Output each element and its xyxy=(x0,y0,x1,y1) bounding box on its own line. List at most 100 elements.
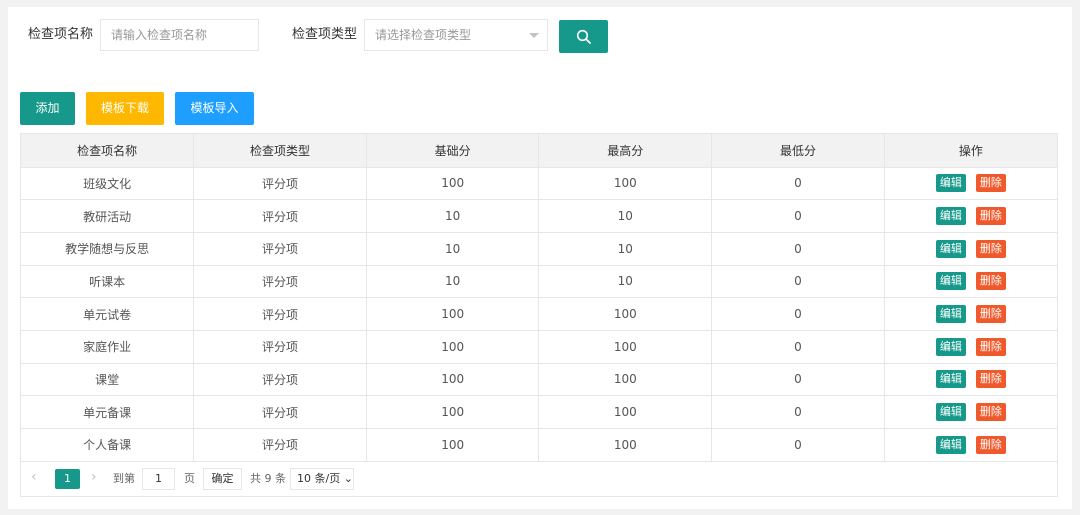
name-filter-label: 检查项名称 xyxy=(28,27,94,42)
edit-button[interactable]: 编辑 xyxy=(935,305,966,324)
col-header-actions: 操作 xyxy=(884,134,1057,168)
cell-max-score: 10 xyxy=(538,199,713,233)
cell-base-score: 10 xyxy=(366,265,540,299)
table-row: 教学随想与反思 评分项 10 10 0 编辑 删除 xyxy=(21,232,1057,266)
table-row: 课堂 评分项 100 100 0 编辑 删除 xyxy=(21,363,1057,397)
col-header-type: 检查项类型 xyxy=(193,134,367,168)
prev-page-icon[interactable]: ‹ xyxy=(31,469,37,485)
page-unit-label: 页 xyxy=(184,471,195,485)
cell-base-score: 100 xyxy=(366,428,540,462)
check-items-table: 检查项名称 检查项类型 基础分 最高分 最低分 操作 班级文化 评分项 100 100… xyxy=(20,133,1058,497)
cell-name: 教研活动 xyxy=(21,199,195,233)
cell-actions: 编辑 删除 xyxy=(884,199,1057,233)
cell-type: 评分项 xyxy=(193,330,367,364)
cell-base-score: 100 xyxy=(366,395,540,429)
cell-base-score: 100 xyxy=(366,167,540,201)
edit-button[interactable]: 编辑 xyxy=(935,435,966,454)
cell-max-score: 100 xyxy=(538,167,713,201)
cell-actions: 编辑 删除 xyxy=(884,167,1057,201)
cell-max-score: 10 xyxy=(538,232,713,266)
col-header-name: 检查项名称 xyxy=(21,134,195,168)
cell-type: 评分项 xyxy=(193,232,367,266)
col-header-base-score: 基础分 xyxy=(366,134,540,168)
edit-button[interactable]: 编辑 xyxy=(935,337,966,356)
cell-type: 评分项 xyxy=(193,395,367,429)
cell-base-score: 10 xyxy=(366,199,540,233)
cell-actions: 编辑 删除 xyxy=(884,363,1057,397)
template-import-button[interactable]: 模板导入 xyxy=(175,92,254,125)
cell-name: 单元备课 xyxy=(21,395,195,429)
table-row: 单元试卷 评分项 100 100 0 编辑 删除 xyxy=(21,297,1057,331)
cell-min-score: 0 xyxy=(711,199,885,233)
goto-page-input[interactable]: 1 xyxy=(142,467,175,490)
delete-button[interactable]: 删除 xyxy=(975,305,1006,324)
goto-confirm-button[interactable]: 确定 xyxy=(203,467,242,490)
delete-button[interactable]: 删除 xyxy=(975,239,1006,258)
edit-button[interactable]: 编辑 xyxy=(935,239,966,258)
delete-button[interactable]: 删除 xyxy=(975,370,1006,389)
cell-type: 评分项 xyxy=(193,428,367,462)
chevron-down-icon: ⌄ xyxy=(343,471,353,485)
table-row: 家庭作业 评分项 100 100 0 编辑 删除 xyxy=(21,330,1057,364)
delete-button[interactable]: 删除 xyxy=(975,435,1006,454)
cell-name: 教学随想与反思 xyxy=(21,232,195,266)
edit-button[interactable]: 编辑 xyxy=(935,403,966,422)
type-filter-label: 检查项类型 xyxy=(292,27,358,42)
total-count: 共 9 条 xyxy=(250,471,286,485)
cell-name: 单元试卷 xyxy=(21,297,195,331)
next-page-icon[interactable]: › xyxy=(91,469,97,485)
col-header-min-score: 最低分 xyxy=(711,134,885,168)
delete-button[interactable]: 删除 xyxy=(975,337,1006,356)
page-size-select[interactable]: 10 条/页 ⌄ xyxy=(290,467,354,490)
cell-actions: 编辑 删除 xyxy=(884,428,1057,462)
cell-min-score: 0 xyxy=(711,330,885,364)
cell-max-score: 100 xyxy=(538,428,713,462)
delete-button[interactable]: 删除 xyxy=(975,174,1006,193)
page-size-value: 10 条/页 xyxy=(297,471,341,485)
cell-min-score: 0 xyxy=(711,395,885,429)
pagination: ‹ 1 › 到第 1 页 确定 共 9 条 10 条/页 ⌄ xyxy=(21,462,1057,496)
chevron-down-icon xyxy=(529,33,539,38)
cell-type: 评分项 xyxy=(193,297,367,331)
cell-actions: 编辑 删除 xyxy=(884,232,1057,266)
cell-min-score: 0 xyxy=(711,428,885,462)
edit-button[interactable]: 编辑 xyxy=(935,207,966,226)
current-page-button[interactable]: 1 xyxy=(55,468,80,489)
cell-max-score: 10 xyxy=(538,265,713,299)
cell-actions: 编辑 删除 xyxy=(884,330,1057,364)
search-button[interactable] xyxy=(559,20,608,53)
table-row: 单元备课 评分项 100 100 0 编辑 删除 xyxy=(21,395,1057,429)
cell-actions: 编辑 删除 xyxy=(884,395,1057,429)
delete-button[interactable]: 删除 xyxy=(975,272,1006,291)
edit-button[interactable]: 编辑 xyxy=(935,174,966,193)
table-row: 班级文化 评分项 100 100 0 编辑 删除 xyxy=(21,167,1057,201)
template-download-button[interactable]: 模板下载 xyxy=(86,92,164,125)
cell-max-score: 100 xyxy=(538,395,713,429)
cell-actions: 编辑 删除 xyxy=(884,265,1057,299)
add-button[interactable]: 添加 xyxy=(20,92,75,125)
cell-max-score: 100 xyxy=(538,297,713,331)
cell-name: 听课本 xyxy=(21,265,195,299)
table-row: 教研活动 评分项 10 10 0 编辑 删除 xyxy=(21,199,1057,233)
cell-name: 班级文化 xyxy=(21,167,195,201)
cell-actions: 编辑 删除 xyxy=(884,297,1057,331)
delete-button[interactable]: 删除 xyxy=(975,207,1006,226)
cell-name: 课堂 xyxy=(21,363,195,397)
table-header-row: 检查项名称 检查项类型 基础分 最高分 最低分 操作 xyxy=(21,134,1057,168)
edit-button[interactable]: 编辑 xyxy=(935,370,966,389)
cell-base-score: 100 xyxy=(366,297,540,331)
cell-type: 评分项 xyxy=(193,199,367,233)
type-select[interactable]: 请选择检查项类型 xyxy=(364,19,548,51)
edit-button[interactable]: 编辑 xyxy=(935,272,966,291)
name-search-input[interactable]: 请输入检查项名称 xyxy=(100,19,259,51)
cell-type: 评分项 xyxy=(193,265,367,299)
cell-max-score: 100 xyxy=(538,363,713,397)
cell-name: 家庭作业 xyxy=(21,330,195,364)
cell-base-score: 100 xyxy=(366,330,540,364)
delete-button[interactable]: 删除 xyxy=(975,403,1006,422)
cell-min-score: 0 xyxy=(711,167,885,201)
search-icon xyxy=(576,29,591,44)
cell-type: 评分项 xyxy=(193,363,367,397)
cell-type: 评分项 xyxy=(193,167,367,201)
goto-label: 到第 xyxy=(113,471,135,485)
